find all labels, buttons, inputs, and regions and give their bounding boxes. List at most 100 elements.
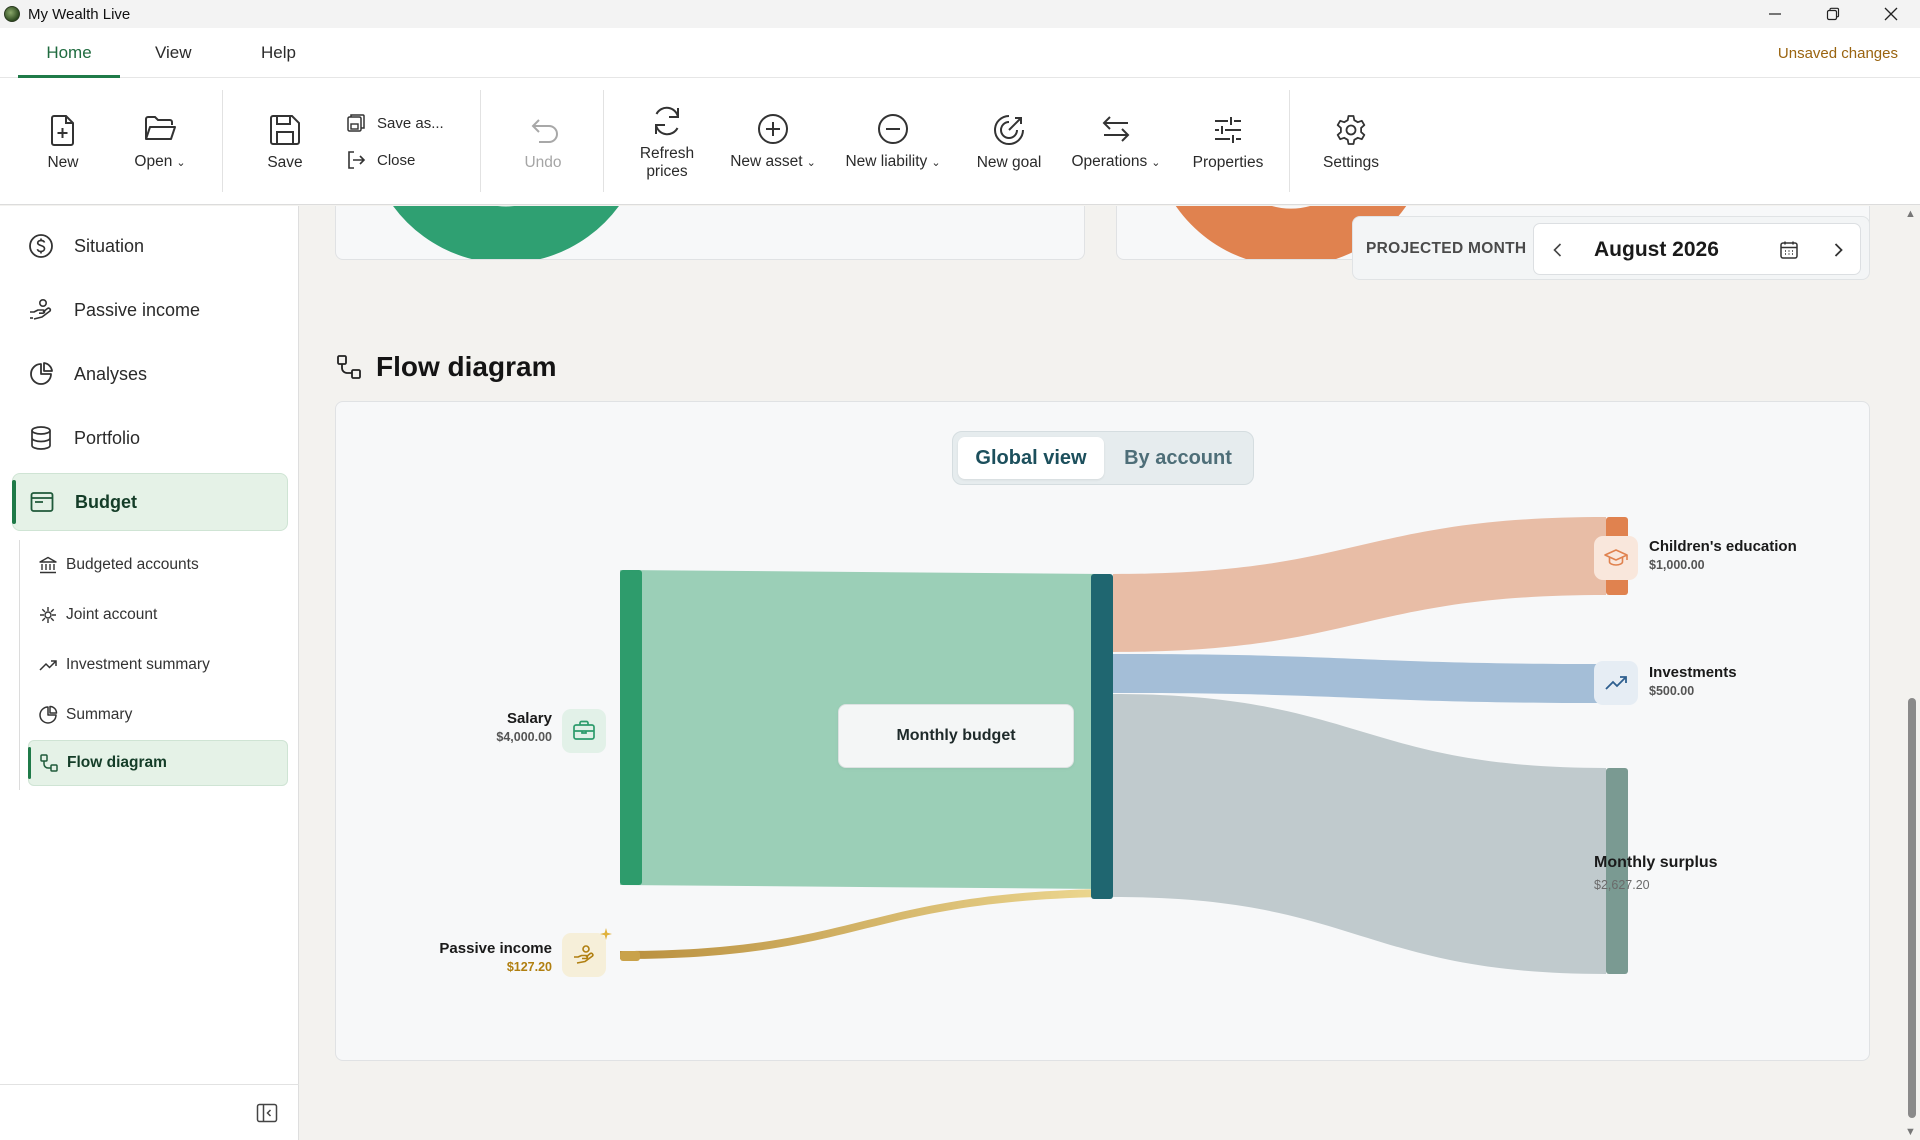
sidebar-item-label: Budget [75,491,137,512]
refresh-label-line2: prices [646,162,688,180]
hand-coins-icon [574,945,594,964]
scrollbar-thumb[interactable] [1908,698,1916,1118]
settings-button[interactable]: Settings [1320,78,1382,205]
new-liability-button[interactable]: New liability ⌄ [842,78,944,205]
new-asset-label: New asset [730,153,803,170]
ribbon-tabs: Home View Help Unsaved changes [0,28,1920,78]
salary-amount: $4,000.00 [496,730,552,744]
sidebar-subitem-label: Summary [66,706,133,723]
new-file-icon [51,114,74,146]
link-icon [40,607,56,623]
sidebar-subitem-label: Investment summary [66,656,210,673]
close-window-button[interactable] [1862,0,1920,28]
restore-icon [1826,7,1840,21]
ribbon-divider [603,90,604,192]
close-file-button[interactable]: Close [345,149,415,171]
save-as-icon [347,114,365,132]
sidebar-subitem-label: Joint account [66,606,158,623]
operations-button[interactable]: Operations ⌄ [1068,78,1164,205]
properties-button[interactable]: Properties [1190,78,1266,205]
new-goal-button[interactable]: New goal [973,78,1045,205]
sidebar-subitem-label: Flow diagram [67,754,167,771]
exit-icon [348,151,366,169]
tab-home[interactable]: Home [18,28,120,78]
save-button[interactable]: Save [262,78,308,205]
collapse-sidebar-icon[interactable] [255,1101,279,1125]
sidebar-subitem-flow-diagram[interactable]: Flow diagram [28,740,288,786]
tab-view[interactable]: View [155,28,192,78]
scroll-down-arrow-icon[interactable]: ▼ [1905,1126,1916,1138]
sidebar-item-analyses[interactable]: Analyses [12,345,288,403]
properties-label: Properties [1192,153,1264,171]
sidebar-subitem-joint-account[interactable]: Joint account [28,592,288,638]
sidebar-item-label: Passive income [74,299,201,320]
investments-label: Investments $500.00 [1649,664,1737,698]
vertical-scrollbar[interactable]: ▲ ▼ [1902,206,1920,1140]
bank-icon [39,556,57,574]
sliders-icon [1215,116,1241,143]
refresh-label-line1: Refresh [639,144,695,162]
settings-label: Settings [1322,153,1379,171]
sidebar-subitem-summary[interactable]: Summary [28,692,288,738]
sidebar-item-situation[interactable]: Situation [12,217,288,275]
sidebar-item-label: Portfolio [74,427,141,448]
undo-icon [531,118,558,143]
sidebar: Situation Passive income Analyses Portfo… [0,206,299,1140]
tab-view-label: View [155,43,192,62]
window-title: My Wealth Live [28,5,131,23]
monthly-budget-label: Monthly budget [838,704,1074,768]
open-button[interactable]: Open ⌄ [128,78,192,205]
tab-home-label: Home [46,43,92,62]
investments-icon-badge [1594,661,1638,705]
database-icon [31,426,51,450]
sidebar-item-passive-income[interactable]: Passive income [12,281,288,339]
ribbon-divider [480,90,481,192]
childrens-education-label: Children's education $1,000.00 [1649,538,1797,572]
refresh-icon [655,106,679,135]
trend-up-icon [39,660,57,671]
childrens-education-name: Children's education [1649,538,1797,555]
title-bar: My Wealth Live [0,0,1920,28]
salary-name: Salary [506,710,552,727]
ribbon-divider [222,90,223,192]
scroll-up-arrow-icon[interactable]: ▲ [1905,208,1916,220]
trend-up-icon [1605,676,1627,690]
save-label: Save [267,153,303,171]
sidebar-subitem-budgeted-accounts[interactable]: Budgeted accounts [28,542,288,588]
link-monthly-surplus [1113,694,1606,974]
app-logo-icon [4,6,20,22]
sidebar-item-portfolio[interactable]: Portfolio [12,409,288,467]
open-label: Open [134,153,173,170]
tab-help-label: Help [261,43,296,62]
new-asset-button[interactable]: New asset ⌄ [726,78,820,205]
save-as-button[interactable]: Save as... [345,112,444,134]
sidebar-footer [0,1084,299,1140]
restore-button[interactable] [1804,0,1862,28]
ribbon-divider [1289,90,1290,192]
monthly-surplus-amount: $2,627.20 [1594,878,1650,892]
gear-icon [1336,114,1366,145]
tab-help[interactable]: Help [261,28,296,78]
flow-icon [40,754,58,772]
investments-amount: $500.00 [1649,684,1695,698]
minimize-button[interactable] [1746,0,1804,28]
passive-income-label: Passive income $127.20 [400,940,552,974]
sidebar-subitem-investment-summary[interactable]: Investment summary [28,642,288,688]
main-content: PROJECTED MONTH August 2026 Flow diagram… [300,206,1902,1140]
folder-open-icon [145,116,176,140]
new-label: New [47,153,79,171]
salary-icon-badge [562,709,606,753]
new-goal-label: New goal [976,153,1042,171]
undo-button[interactable]: Undo [520,78,566,205]
sidebar-item-budget[interactable]: Budget [12,473,288,531]
close-icon [1884,7,1898,21]
link-passive-income [620,889,1102,959]
ribbon-toolbar: New Open ⌄ Save Save as... Close Undo Ref… [0,78,1920,205]
refresh-prices-button[interactable]: Refresh prices [636,78,698,205]
pie-chart-icon [39,705,58,724]
minus-circle-icon [878,114,908,144]
new-button[interactable]: New [40,78,86,205]
sidebar-item-label: Analyses [74,363,148,384]
node-passive-income [620,951,640,961]
link-childrens-education [1113,517,1606,652]
